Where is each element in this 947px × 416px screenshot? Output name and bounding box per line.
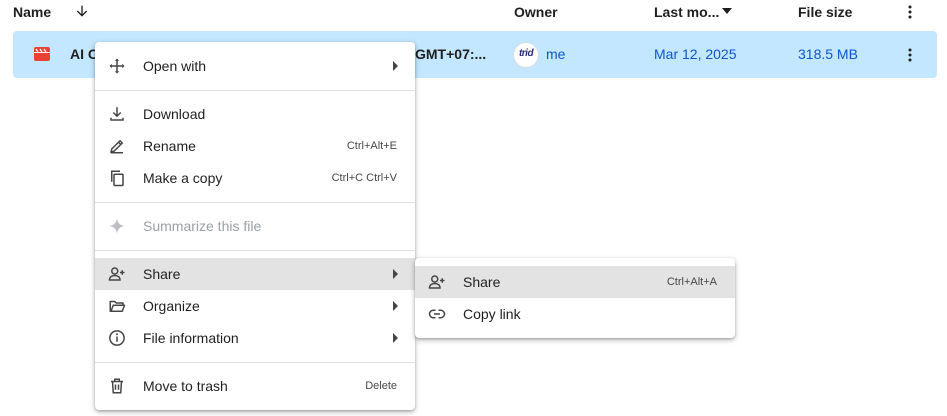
submenu-arrow-icon [393,333,398,343]
person-add-icon [428,273,446,291]
move-to-trash-label: Move to trash [143,378,228,394]
move-arrows-icon [108,57,126,75]
trash-icon [108,377,126,395]
file-name[interactable]: AI C [70,46,98,62]
menu-item-file-information[interactable]: File information [95,322,415,354]
menu-item-summarize: Summarize this file [95,210,415,242]
copy-link-label: Copy link [463,306,521,322]
rename-label: Rename [143,138,196,154]
menu-item-make-copy[interactable]: Make a copy Ctrl+C Ctrl+V [95,162,415,194]
copy-icon [108,169,126,187]
last-modified-date: Mar 12, 2025 [654,46,737,62]
owner-name: me [546,46,566,62]
submenu-arrow-icon [393,61,398,71]
caret-down-icon[interactable] [722,8,732,14]
link-icon [428,305,446,323]
person-add-icon [108,265,126,283]
arrow-down-icon[interactable] [74,3,90,19]
file-list-header: Name Owner Last mo... File size [0,0,947,30]
download-label: Download [143,106,206,122]
file-size: 318.5 MB [798,46,858,62]
summarize-label: Summarize this file [143,218,262,234]
folder-open-icon [108,297,126,315]
more-vert-icon[interactable] [902,4,918,20]
last-modified-column-header[interactable]: Last mo... [654,4,719,20]
download-icon [108,105,126,123]
make-copy-shortcut: Ctrl+C Ctrl+V [331,172,397,184]
submenu-arrow-icon [393,301,398,311]
name-column-header[interactable]: Name [13,4,51,20]
rename-shortcut: Ctrl+Alt+E [346,140,397,152]
menu-item-move-to-trash[interactable]: Move to trash Delete [95,370,415,402]
menu-item-organize[interactable]: Organize [95,290,415,322]
submenu-share-label: Share [463,274,501,290]
menu-item-rename[interactable]: Rename Ctrl+Alt+E [95,130,415,162]
menu-item-share[interactable]: Share [95,258,415,290]
sparkle-icon [108,217,126,235]
context-menu: Open with Download Rename Ctrl+Alt+E Mak… [95,42,415,410]
file-modified-fragment: GMT+07:... [415,46,487,62]
owner-avatar[interactable]: trid [514,43,538,67]
open-with-label: Open with [143,58,207,74]
menu-divider [95,362,415,363]
info-icon [108,329,126,347]
share-submenu: Share Ctrl+Alt+A Copy link [415,258,735,338]
make-copy-label: Make a copy [143,170,223,186]
menu-item-open-with[interactable]: Open with [95,50,415,82]
owner-column-header[interactable]: Owner [514,4,558,20]
row-more-icon[interactable] [902,47,918,63]
share-shortcut: Ctrl+Alt+A [666,276,717,288]
video-file-icon [34,47,50,61]
submenu-item-copy-link[interactable]: Copy link [415,298,735,330]
menu-divider [95,90,415,91]
file-size-column-header[interactable]: File size [798,4,852,20]
file-information-label: File information [143,330,239,346]
menu-divider [95,202,415,203]
share-label: Share [143,266,181,282]
pencil-icon [108,137,126,155]
submenu-arrow-icon [393,269,398,279]
menu-divider [95,250,415,251]
trash-shortcut: Delete [365,380,397,392]
organize-label: Organize [143,298,200,314]
menu-item-download[interactable]: Download [95,98,415,130]
submenu-item-share[interactable]: Share Ctrl+Alt+A [415,266,735,298]
